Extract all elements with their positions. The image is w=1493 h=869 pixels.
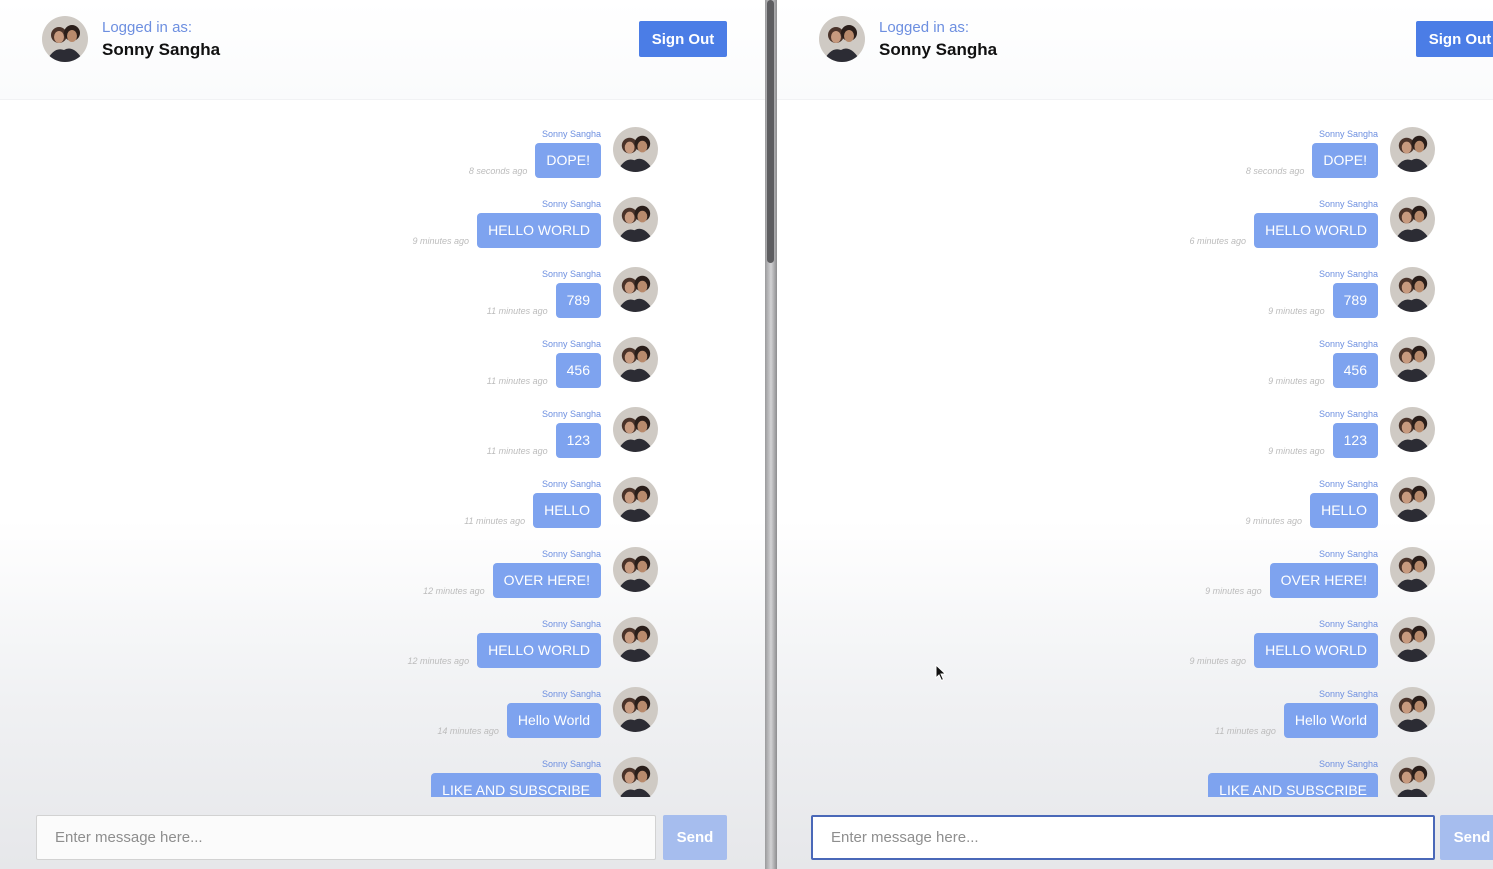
sender-avatar bbox=[613, 547, 658, 592]
message-sender: Sonny Sangha bbox=[541, 129, 601, 139]
message-sender: Sonny Sangha bbox=[1318, 759, 1378, 769]
message-sender: Sonny Sangha bbox=[541, 619, 601, 629]
message-list: Sonny Sangha 8 seconds ago DOPE! Sonny Sang… bbox=[777, 100, 1493, 797]
message-sender: Sonny Sangha bbox=[541, 409, 601, 419]
message-sender: Sonny Sangha bbox=[1318, 619, 1378, 629]
sender-avatar bbox=[613, 757, 658, 797]
message-input[interactable] bbox=[811, 815, 1435, 860]
logged-in-label: Logged in as: bbox=[879, 19, 970, 36]
message-sender: Sonny Sangha bbox=[541, 549, 601, 559]
message-composer: Send bbox=[0, 797, 765, 869]
message-bubble: LIKE AND SUBSCRIBE bbox=[431, 773, 601, 797]
logged-in-label: Logged in as: bbox=[102, 19, 193, 36]
message-sender: Sonny Sangha bbox=[1318, 339, 1378, 349]
sender-avatar bbox=[613, 267, 658, 312]
send-button[interactable]: Send bbox=[663, 815, 727, 860]
sender-avatar bbox=[613, 407, 658, 452]
sender-avatar bbox=[613, 197, 658, 242]
message-item: Sonny Sangha 9 minutes ago HELLO WORLD bbox=[263, 170, 663, 248]
message-composer: Send bbox=[777, 797, 1493, 869]
message-item: Sonny Sangha 11 minutes ago 123 bbox=[263, 380, 663, 458]
message-item: Sonny Sangha 8 seconds ago DOPE! bbox=[263, 100, 663, 178]
sign-out-button[interactable]: Sign Out bbox=[639, 21, 727, 57]
message-row: LIKE AND SUBSCRIBE bbox=[1200, 773, 1378, 797]
user-avatar bbox=[819, 16, 865, 62]
message-bubble: LIKE AND SUBSCRIBE bbox=[1208, 773, 1378, 797]
message-item: Sonny Sangha 11 minutes ago Hello World bbox=[1040, 660, 1440, 738]
message-item: Sonny Sangha 6 minutes ago HELLO WORLD bbox=[1040, 170, 1440, 248]
message-sender: Sonny Sangha bbox=[1318, 129, 1378, 139]
sender-avatar bbox=[613, 477, 658, 522]
chat-header: Logged in as: Sonny Sangha Sign Out bbox=[0, 0, 765, 100]
message-item: Sonny Sangha 9 minutes ago OVER HERE! bbox=[1040, 520, 1440, 598]
logged-in-user-name: Sonny Sangha bbox=[879, 40, 998, 59]
message-sender: Sonny Sangha bbox=[541, 759, 601, 769]
message-sender: Sonny Sangha bbox=[541, 339, 601, 349]
chat-header: Logged in as: Sonny Sangha Sign Out bbox=[777, 0, 1493, 100]
message-input[interactable] bbox=[36, 815, 656, 860]
message-row: LIKE AND SUBSCRIBE bbox=[423, 773, 601, 797]
mouse-cursor-icon bbox=[935, 664, 947, 682]
sender-avatar bbox=[613, 687, 658, 732]
message-item: Sonny Sangha 8 seconds ago DOPE! bbox=[1040, 100, 1440, 178]
message-item: Sonny Sangha 9 minutes ago HELLO bbox=[1040, 450, 1440, 528]
send-button[interactable]: Send bbox=[1440, 815, 1493, 860]
message-item: Sonny Sangha 9 minutes ago 123 bbox=[1040, 380, 1440, 458]
sender-avatar bbox=[1390, 197, 1435, 242]
message-item: Sonny Sangha 11 minutes ago HELLO bbox=[263, 450, 663, 528]
chat-window-right: Logged in as: Sonny Sangha Sign Out Sonn… bbox=[777, 0, 1493, 869]
sender-avatar bbox=[1390, 267, 1435, 312]
sign-out-button[interactable]: Sign Out bbox=[1416, 21, 1493, 57]
message-sender: Sonny Sangha bbox=[1318, 269, 1378, 279]
message-item: Sonny Sangha 9 minutes ago 456 bbox=[1040, 310, 1440, 388]
user-avatar bbox=[42, 16, 88, 62]
sender-avatar bbox=[1390, 617, 1435, 662]
logged-in-user-name: Sonny Sangha bbox=[102, 40, 221, 59]
message-sender: Sonny Sangha bbox=[1318, 549, 1378, 559]
sender-avatar bbox=[613, 127, 658, 172]
sender-avatar bbox=[1390, 477, 1435, 522]
message-item: Sonny Sangha LIKE AND SUBSCRIBE bbox=[1040, 730, 1440, 797]
message-sender: Sonny Sangha bbox=[1318, 689, 1378, 699]
sender-avatar bbox=[1390, 547, 1435, 592]
sender-avatar bbox=[1390, 757, 1435, 797]
message-item: Sonny Sangha 11 minutes ago 789 bbox=[263, 240, 663, 318]
sender-avatar bbox=[1390, 337, 1435, 382]
scrollbar-thumb[interactable] bbox=[767, 0, 774, 263]
message-sender: Sonny Sangha bbox=[541, 479, 601, 489]
sender-avatar bbox=[1390, 407, 1435, 452]
message-item: Sonny Sangha 9 minutes ago 789 bbox=[1040, 240, 1440, 318]
message-item: Sonny Sangha 12 minutes ago HELLO WORLD bbox=[263, 590, 663, 668]
sender-avatar bbox=[1390, 687, 1435, 732]
message-sender: Sonny Sangha bbox=[1318, 199, 1378, 209]
chat-window-left: Logged in as: Sonny Sangha Sign Out Sonn… bbox=[0, 0, 765, 869]
message-list: Sonny Sangha 8 seconds ago DOPE! Sonny Sang… bbox=[0, 100, 765, 797]
sender-avatar bbox=[613, 617, 658, 662]
message-sender: Sonny Sangha bbox=[541, 689, 601, 699]
message-item: Sonny Sangha 11 minutes ago 456 bbox=[263, 310, 663, 388]
message-item: Sonny Sangha LIKE AND SUBSCRIBE bbox=[263, 730, 663, 797]
message-sender: Sonny Sangha bbox=[1318, 479, 1378, 489]
sender-avatar bbox=[613, 337, 658, 382]
message-sender: Sonny Sangha bbox=[1318, 409, 1378, 419]
sender-avatar bbox=[1390, 127, 1435, 172]
message-sender: Sonny Sangha bbox=[541, 199, 601, 209]
message-sender: Sonny Sangha bbox=[541, 269, 601, 279]
message-item: Sonny Sangha 14 minutes ago Hello World bbox=[263, 660, 663, 738]
message-item: Sonny Sangha 12 minutes ago OVER HERE! bbox=[263, 520, 663, 598]
message-item: Sonny Sangha 9 minutes ago HELLO WORLD bbox=[1040, 590, 1440, 668]
